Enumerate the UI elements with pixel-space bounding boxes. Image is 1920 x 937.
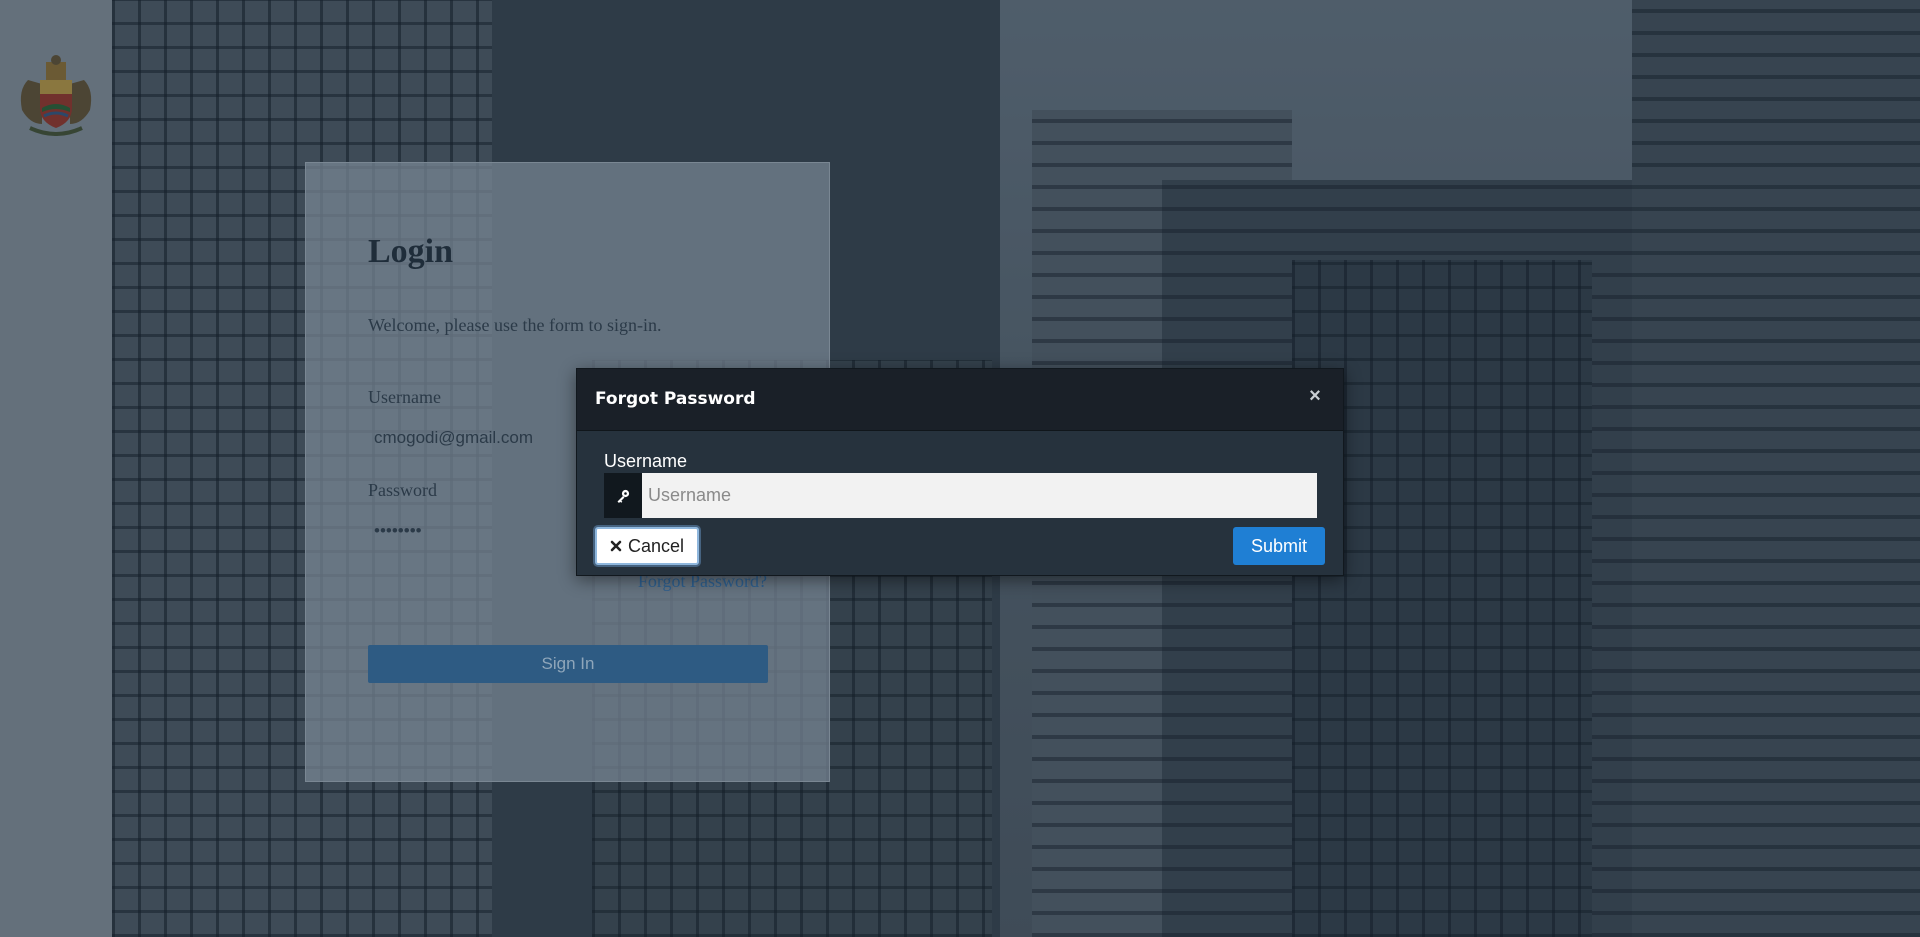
modal-username-label: Username [604,451,688,471]
times-icon [610,540,622,552]
login-subtitle: Welcome, please use the form to sign-in. [368,315,662,335]
close-icon[interactable]: × [1307,386,1323,406]
cancel-label: Cancel [627,535,685,556]
username-label: Username [368,387,441,407]
password-label: Password [368,480,438,500]
username-input[interactable] [642,473,1317,518]
modal-title: Forgot Password [595,389,756,409]
submit-button[interactable]: Submit [1233,527,1325,565]
page: Login Welcome, please use the form to si… [0,0,1920,937]
forgot-password-modal: Forgot Password × Username Cancel Submit [576,368,1344,576]
sign-in-button[interactable]: Sign In [368,645,768,683]
username-input-group [604,473,1317,518]
key-icon [604,473,642,518]
login-title: Login [368,233,454,270]
modal-header: Forgot Password × [577,369,1343,431]
cancel-button[interactable]: Cancel [595,527,699,565]
